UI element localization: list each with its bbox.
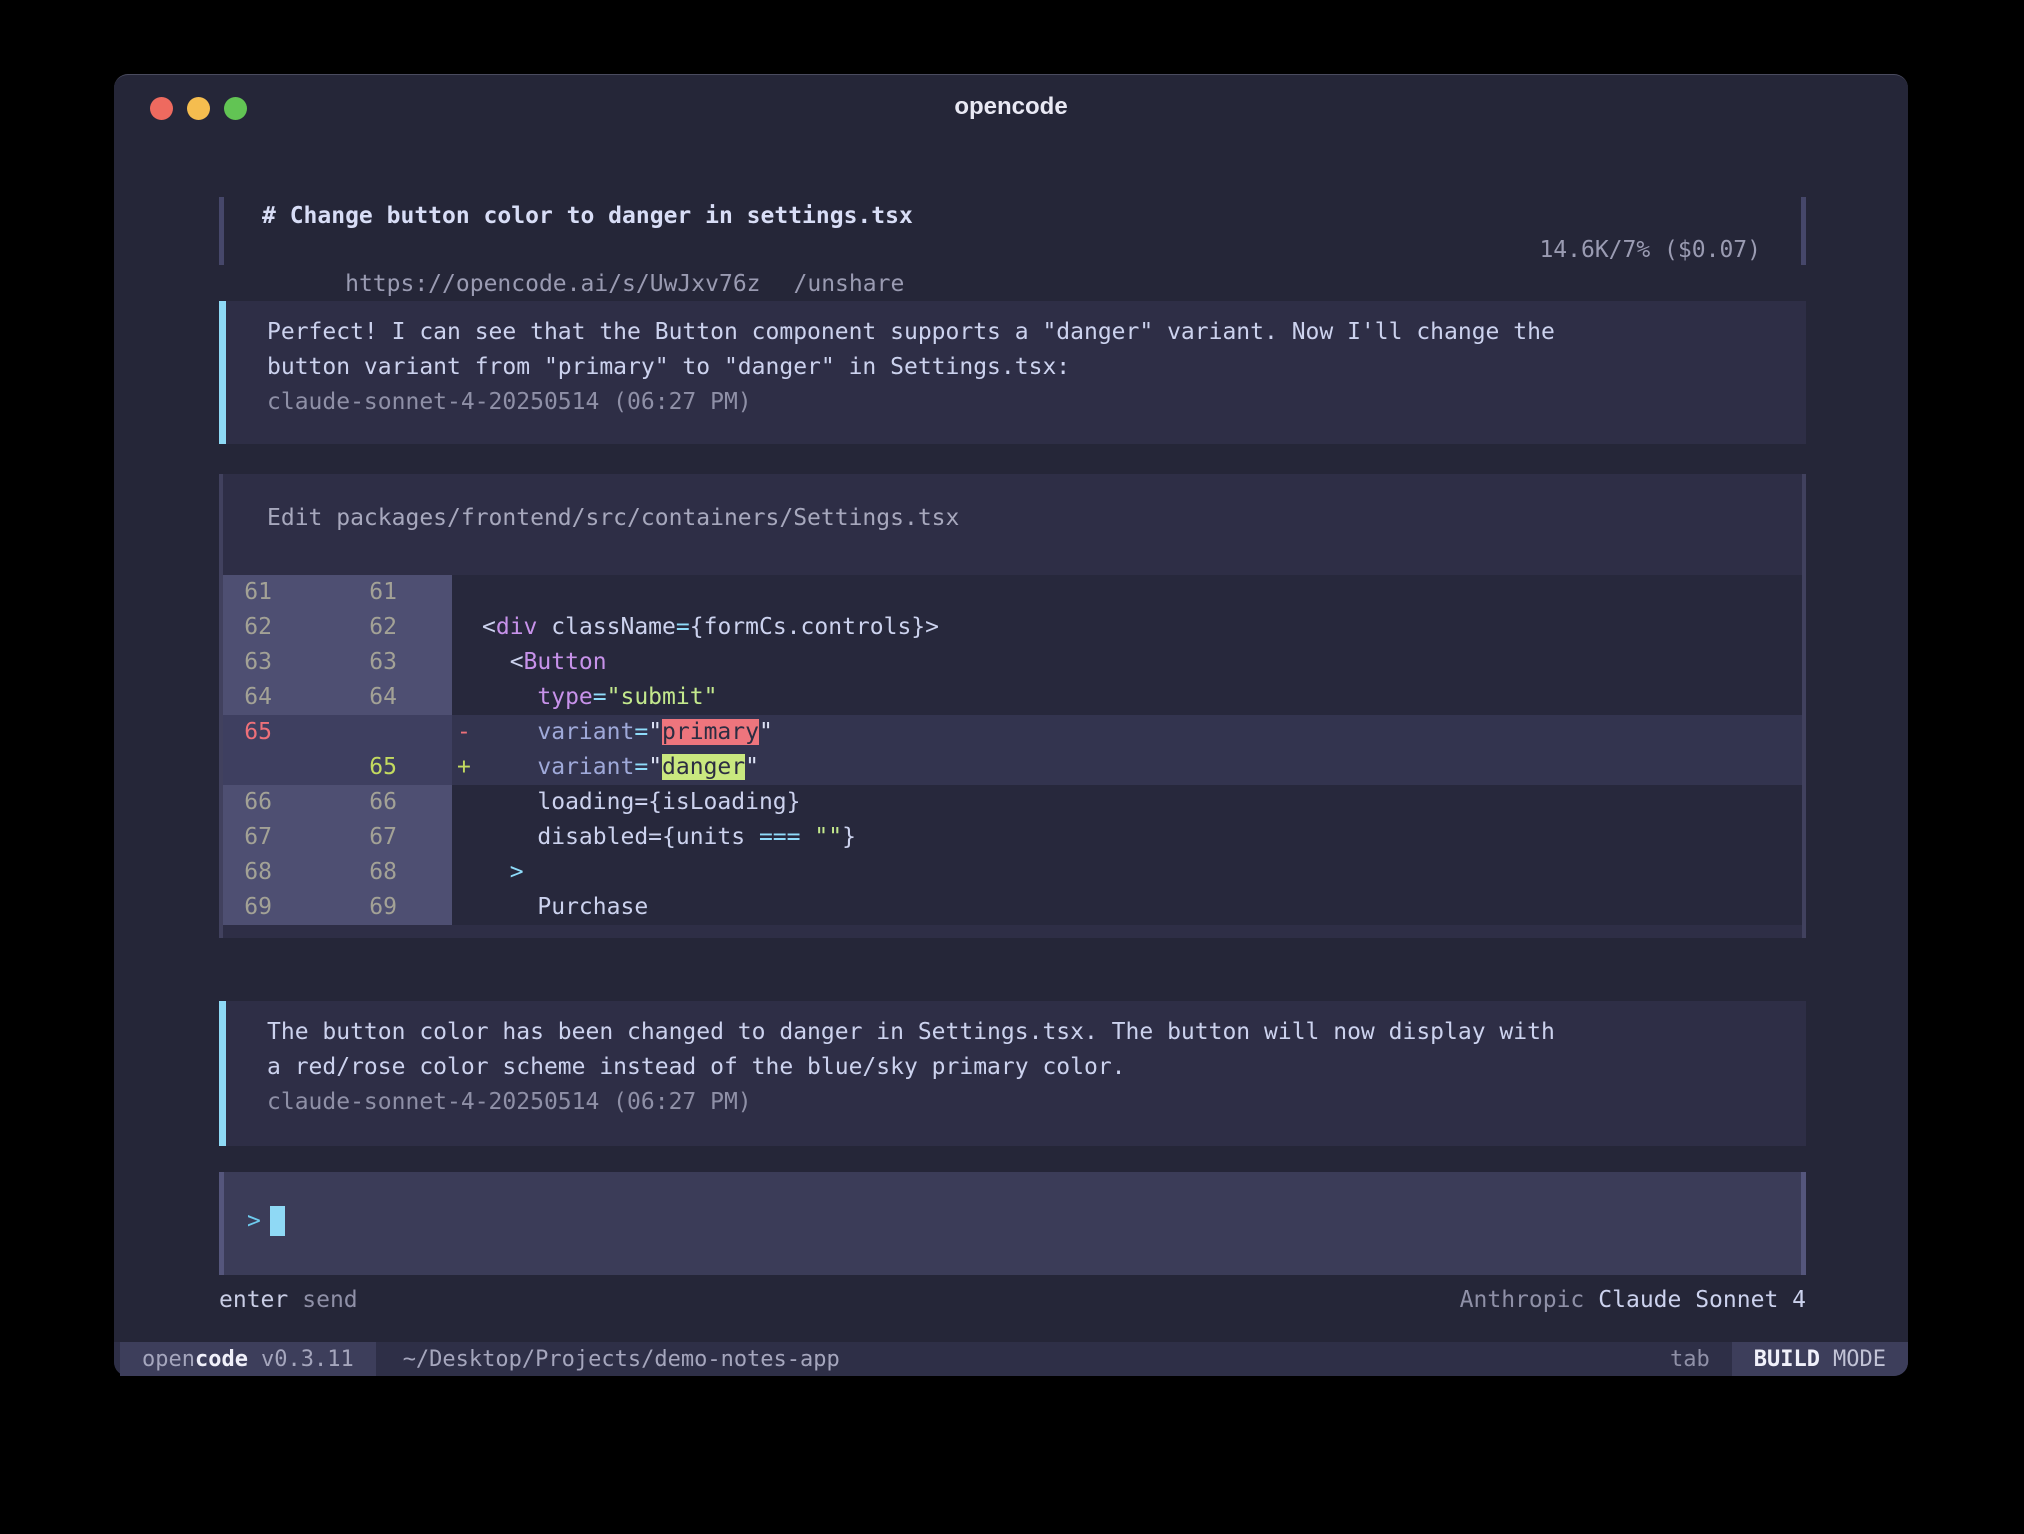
assistant-message: The button color has been changed to dan…: [219, 1001, 1806, 1146]
diff-row: 6666 loading={isLoading}: [223, 785, 1802, 820]
old-line-number: 64: [223, 680, 272, 715]
mode-name: BUILD: [1754, 1347, 1820, 1372]
new-line-number: 65: [272, 750, 397, 785]
diff-row: 65 - variant="primary": [223, 715, 1802, 750]
new-line-number: [272, 715, 397, 750]
status-bar: opencode v0.3.11 ~/Desktop/Projects/demo-…: [114, 1342, 1908, 1376]
new-line-number: 62: [272, 610, 397, 645]
diff-row: 6767 disabled={units === ""}: [223, 820, 1802, 855]
new-line-number: 64: [272, 680, 397, 715]
diff-marker: [452, 680, 482, 715]
diff-line-numbers: 6868: [223, 855, 452, 890]
diff-marker: +: [452, 750, 482, 785]
diff-code-line: variant="primary": [482, 715, 773, 750]
provider-name: Anthropic: [1460, 1287, 1585, 1313]
old-line-number: 65: [223, 715, 272, 750]
diff-line-numbers: 6262: [223, 610, 452, 645]
diff-marker: [452, 890, 482, 925]
diff-code-line: disabled={units === ""}: [482, 820, 856, 855]
edit-file-path: Edit packages/frontend/src/containers/Se…: [223, 474, 1802, 534]
prompt-input[interactable]: >: [219, 1172, 1806, 1275]
diff-marker: [452, 855, 482, 890]
diff-code-line: type="submit": [482, 680, 717, 715]
app-name-code: code: [195, 1347, 248, 1372]
prompt-symbol: >: [247, 1208, 261, 1234]
diff-line-numbers: 65: [223, 715, 452, 750]
project-path: ~/Desktop/Projects/demo-notes-app: [403, 1347, 840, 1372]
session-title: # Change button color to danger in setti…: [262, 197, 1801, 233]
diff-line-numbers: 6666: [223, 785, 452, 820]
old-line-number: 66: [223, 785, 272, 820]
diff-row: 6262 <div className={formCs.controls}>: [223, 610, 1802, 645]
text-cursor: [270, 1206, 285, 1236]
send-hint: enter send: [219, 1287, 358, 1319]
old-line-number: 68: [223, 855, 272, 890]
diff-row: 65 + variant="danger": [223, 750, 1802, 785]
message-line: a red/rose color scheme instead of the b…: [267, 1050, 1806, 1085]
window-title: opencode: [114, 93, 1908, 121]
old-line-number: 61: [223, 575, 272, 610]
new-line-number: 69: [272, 890, 397, 925]
new-line-number: 61: [272, 575, 397, 610]
window-titlebar: opencode: [114, 75, 1908, 135]
diff-row: 6464 type="submit": [223, 680, 1802, 715]
diff-code-line: Purchase: [482, 890, 648, 925]
send-label: send: [302, 1287, 357, 1313]
diff-marker: [452, 820, 482, 855]
assistant-message: Perfect! I can see that the Button compo…: [219, 301, 1806, 444]
share-url-link[interactable]: https://opencode.ai/s/UwJxv76z: [345, 271, 760, 297]
unshare-action[interactable]: /unshare: [794, 271, 905, 297]
model-indicator: Anthropic Claude Sonnet 4: [1460, 1287, 1806, 1319]
diff-line-numbers: 6464: [223, 680, 452, 715]
mode-chip: BUILD MODE: [1732, 1342, 1908, 1376]
message-model-timestamp: claude-sonnet-4-20250514 (06:27 PM): [267, 1085, 1806, 1120]
old-line-number: 67: [223, 820, 272, 855]
diff-code-line: loading={isLoading}: [482, 785, 801, 820]
tab-key-hint: tab: [1670, 1347, 1710, 1372]
old-line-number: 62: [223, 610, 272, 645]
diff-marker: [452, 645, 482, 680]
diff-line-numbers: 6767: [223, 820, 452, 855]
new-line-number: 63: [272, 645, 397, 680]
diff-line-numbers: 6161: [223, 575, 452, 610]
diff-code-line: <div className={formCs.controls}>: [482, 610, 939, 645]
session-header: # Change button color to danger in setti…: [219, 197, 1806, 265]
diff-line-numbers: 6363: [223, 645, 452, 680]
old-line-number: [223, 750, 272, 785]
diff-marker: [452, 785, 482, 820]
app-name-open: open: [142, 1347, 195, 1372]
diff-line-numbers: 6969: [223, 890, 452, 925]
app-version: v0.3.11: [261, 1347, 354, 1372]
diff-row: 6969 Purchase: [223, 890, 1802, 925]
old-line-number: 63: [223, 645, 272, 680]
diff-row: 6868 >: [223, 855, 1802, 890]
diff-code-line: variant="danger": [482, 750, 759, 785]
diff-row: 6363 <Button: [223, 645, 1802, 680]
diff-code-line: <Button: [482, 645, 607, 680]
diff-table: 61616262 <div className={formCs.controls}…: [223, 575, 1802, 925]
hints-row: enter send Anthropic Claude Sonnet 4: [219, 1287, 1806, 1319]
message-line: The button color has been changed to dan…: [267, 1015, 1806, 1050]
diff-line-numbers: 65: [223, 750, 452, 785]
enter-key-hint: enter: [219, 1287, 288, 1313]
new-line-number: 67: [272, 820, 397, 855]
old-line-number: 69: [223, 890, 272, 925]
new-line-number: 66: [272, 785, 397, 820]
diff-row: 6161: [223, 575, 1802, 610]
diff-marker: -: [452, 715, 482, 750]
app-version-chip: opencode v0.3.11: [120, 1342, 376, 1376]
model-name: Claude Sonnet 4: [1598, 1287, 1806, 1313]
new-line-number: 68: [272, 855, 397, 890]
mode-suffix: MODE: [1833, 1347, 1886, 1372]
message-line: Perfect! I can see that the Button compo…: [267, 315, 1806, 350]
diff-marker: [452, 575, 482, 610]
diff-marker: [452, 610, 482, 645]
diff-code-line: >: [482, 855, 524, 890]
edit-tool-block: Edit packages/frontend/src/containers/Se…: [219, 474, 1806, 938]
message-line: button variant from "primary" to "danger…: [267, 350, 1806, 385]
message-model-timestamp: claude-sonnet-4-20250514 (06:27 PM): [267, 385, 1806, 420]
token-usage: 14.6K/7% ($0.07): [1539, 233, 1761, 267]
opencode-terminal-window: opencode # Change button color to danger…: [114, 74, 1908, 1376]
